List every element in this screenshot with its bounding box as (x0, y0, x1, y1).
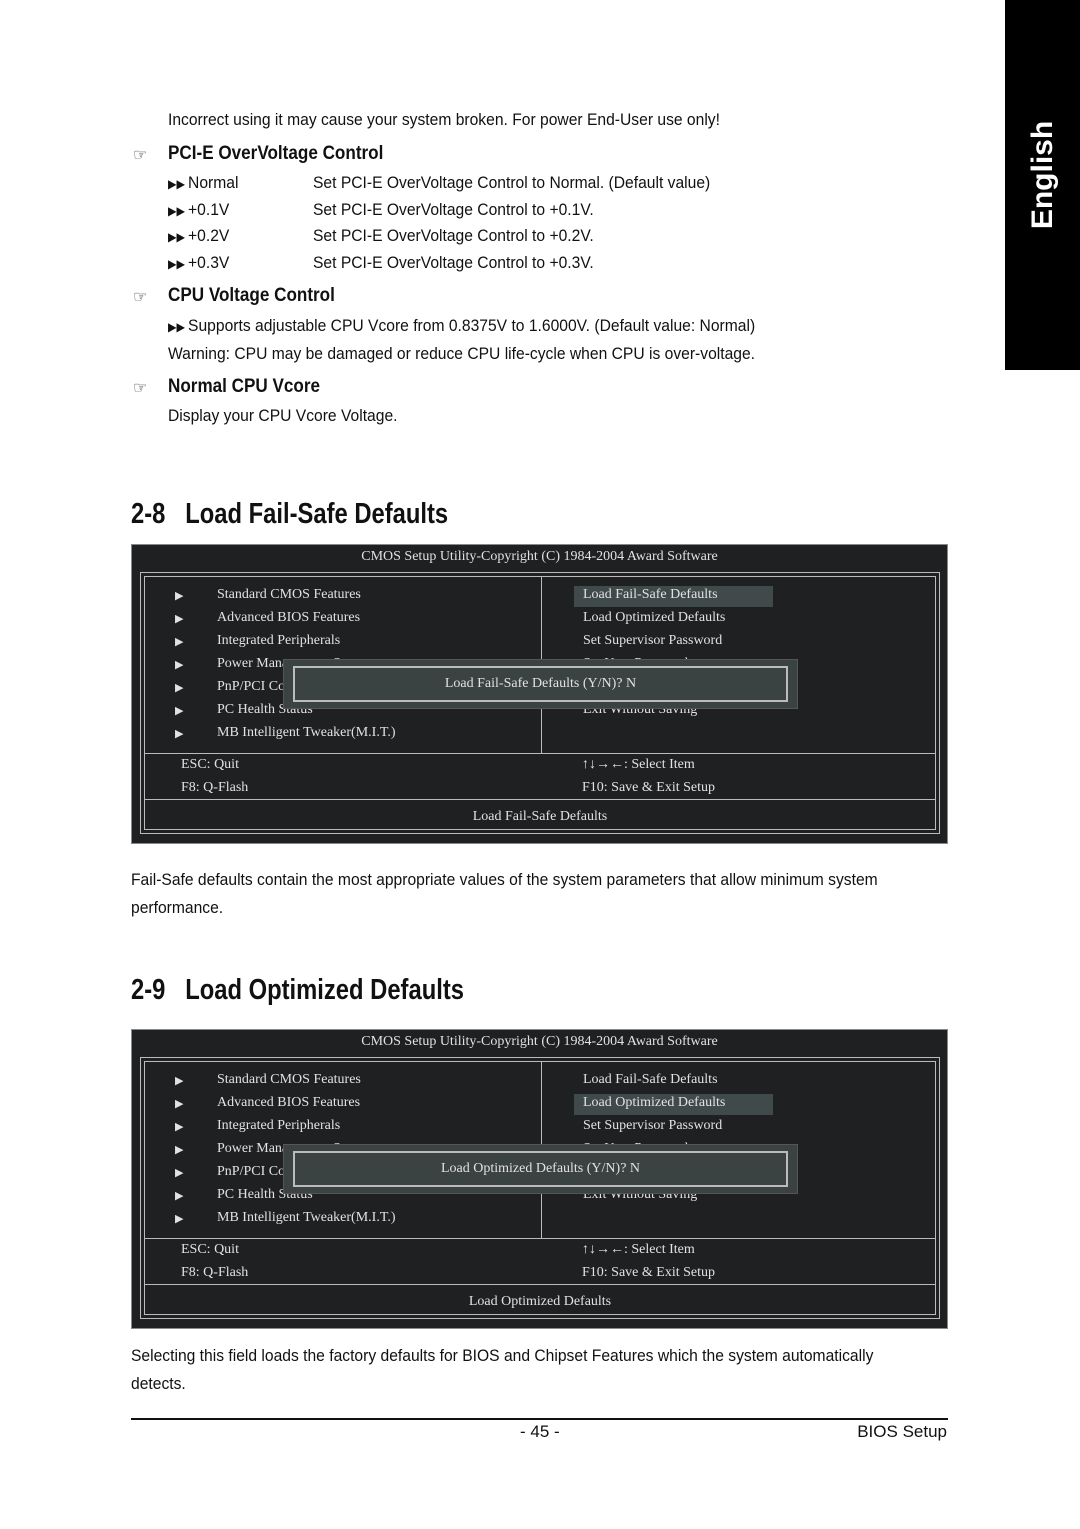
key-hint-f10: F10: Save & Exit Setup (582, 1265, 715, 1280)
pointing-hand-icon: ☞ (133, 380, 148, 397)
double-arrow-icon: ▶▶ (168, 320, 189, 334)
submenu-arrow-icon: ▶ (175, 1190, 184, 1202)
bios-status-bar: Load Fail-Safe Defaults (472, 809, 608, 824)
intro-text: Incorrect using it may cause your system… (168, 110, 720, 129)
bios-menu-item[interactable]: Load Fail-Safe Defaults (583, 587, 718, 603)
pcie-option: ▶▶ +0.1V (168, 199, 230, 219)
normal-vcore-desc: Display your CPU Vcore Voltage. (168, 406, 398, 425)
confirm-dialog: Load Fail-Safe Defaults (Y/N)? N (283, 659, 798, 709)
footer-section: BIOS Setup (857, 1422, 947, 1441)
key-hint-arrows: ↑↓→←: Select Item (582, 1242, 695, 1257)
bios-menu-item[interactable]: Advanced BIOS Features (217, 610, 360, 626)
pointing-hand-icon: ☞ (133, 147, 148, 164)
bios-menu-item[interactable]: Standard CMOS Features (217, 587, 361, 603)
section-2-9-para-cont: detects. (131, 1374, 186, 1393)
page-number: - 45 - (520, 1422, 560, 1441)
submenu-arrow-icon: ▶ (175, 613, 184, 625)
bios-screenshot: CMOS Setup Utility-Copyright (C) 1984-20… (131, 1029, 948, 1329)
normal-vcore-heading: Normal CPU Vcore (168, 376, 321, 397)
bios-menu-item[interactable]: Integrated Peripherals (217, 1118, 340, 1134)
bios-menu-item[interactable]: Load Optimized Defaults (583, 610, 725, 626)
confirm-prompt[interactable]: Load Optimized Defaults (Y/N)? N (293, 1151, 788, 1187)
bios-menu-item[interactable]: Set Supervisor Password (583, 1118, 722, 1134)
pointing-hand-icon: ☞ (133, 289, 148, 306)
key-hint-f10: F10: Save & Exit Setup (582, 780, 715, 795)
bios-menu-item[interactable]: MB Intelligent Tweaker(M.I.T.) (217, 1210, 396, 1226)
double-arrow-icon: ▶▶ (168, 230, 189, 244)
pcie-option-desc: Set PCI-E OverVoltage Control to +0.3V. (313, 252, 594, 272)
bios-status-bar: Load Optimized Defaults (468, 1294, 612, 1309)
confirm-dialog: Load Optimized Defaults (Y/N)? N (283, 1144, 798, 1194)
pcie-option: ▶▶ Normal (168, 173, 239, 192)
bios-menu-item[interactable]: Load Optimized Defaults (583, 1095, 725, 1111)
double-arrow-icon: ▶▶ (168, 177, 189, 191)
language-tab: English (1005, 0, 1080, 370)
submenu-arrow-icon: ▶ (175, 1098, 184, 1110)
bios-menu-item[interactable]: Standard CMOS Features (217, 1072, 361, 1088)
pcie-option-desc: Set PCI-E OverVoltage Control to +0.2V. (313, 226, 594, 245)
submenu-arrow-icon: ▶ (175, 659, 184, 671)
bios-menu-item[interactable]: MB Intelligent Tweaker(M.I.T.) (217, 725, 396, 741)
pcie-heading: PCI-E OverVoltage Control (168, 143, 384, 164)
section-2-8-para-cont: performance. (131, 898, 224, 917)
pcie-option-desc: Set PCI-E OverVoltage Control to +0.1V. (313, 199, 594, 219)
section-2-8-heading: 2-8 Load Fail-Safe Defaults (131, 498, 449, 530)
bios-title: CMOS Setup Utility-Copyright (C) 1984-20… (361, 549, 718, 564)
cpu-voltage-line1: ▶▶ Supports adjustable CPU Vcore from 0.… (168, 316, 756, 335)
key-hint-f8: F8: Q-Flash (181, 780, 249, 795)
section-2-8-para: Fail-Safe defaults contain the most appr… (131, 870, 878, 889)
pcie-option: ▶▶ +0.2V (168, 226, 230, 245)
confirm-prompt[interactable]: Load Fail-Safe Defaults (Y/N)? N (293, 666, 788, 702)
submenu-arrow-icon: ▶ (175, 1144, 184, 1156)
double-arrow-icon: ▶▶ (168, 256, 189, 271)
submenu-arrow-icon: ▶ (175, 636, 184, 648)
key-hint-esc: ESC: Quit (181, 757, 239, 772)
submenu-arrow-icon: ▶ (175, 590, 184, 602)
bios-menu-item[interactable]: Load Fail-Safe Defaults (583, 1072, 718, 1088)
key-hint-esc: ESC: Quit (181, 1242, 239, 1257)
bios-menu-item[interactable]: Integrated Peripherals (217, 633, 340, 649)
bios-title: CMOS Setup Utility-Copyright (C) 1984-20… (361, 1034, 718, 1049)
submenu-arrow-icon: ▶ (175, 1075, 184, 1087)
submenu-arrow-icon: ▶ (175, 682, 184, 694)
submenu-arrow-icon: ▶ (175, 1213, 184, 1225)
bios-menu-item[interactable]: Set Supervisor Password (583, 633, 722, 649)
key-hint-f8: F8: Q-Flash (181, 1265, 249, 1280)
submenu-arrow-icon: ▶ (175, 1167, 184, 1179)
submenu-arrow-icon: ▶ (175, 728, 184, 740)
submenu-arrow-icon: ▶ (175, 1121, 184, 1133)
footer-rule (131, 1418, 948, 1420)
section-2-9-para: Selecting this field loads the factory d… (131, 1346, 874, 1365)
key-hint-arrows: ↑↓→←: Select Item (582, 757, 695, 772)
double-arrow-icon: ▶▶ (168, 203, 189, 218)
submenu-arrow-icon: ▶ (175, 705, 184, 717)
pcie-option-desc: Set PCI-E OverVoltage Control to Normal.… (313, 173, 711, 192)
section-2-9-heading: 2-9 Load Optimized Defaults (131, 974, 464, 1006)
pcie-option: ▶▶ +0.3V (168, 252, 230, 272)
bios-screenshot: CMOS Setup Utility-Copyright (C) 1984-20… (131, 544, 948, 844)
language-label: English (1025, 120, 1059, 230)
cpu-voltage-heading: CPU Voltage Control (168, 285, 335, 306)
cpu-voltage-warning: Warning: CPU may be damaged or reduce CP… (168, 344, 756, 363)
bios-menu-item[interactable]: Advanced BIOS Features (217, 1095, 360, 1111)
